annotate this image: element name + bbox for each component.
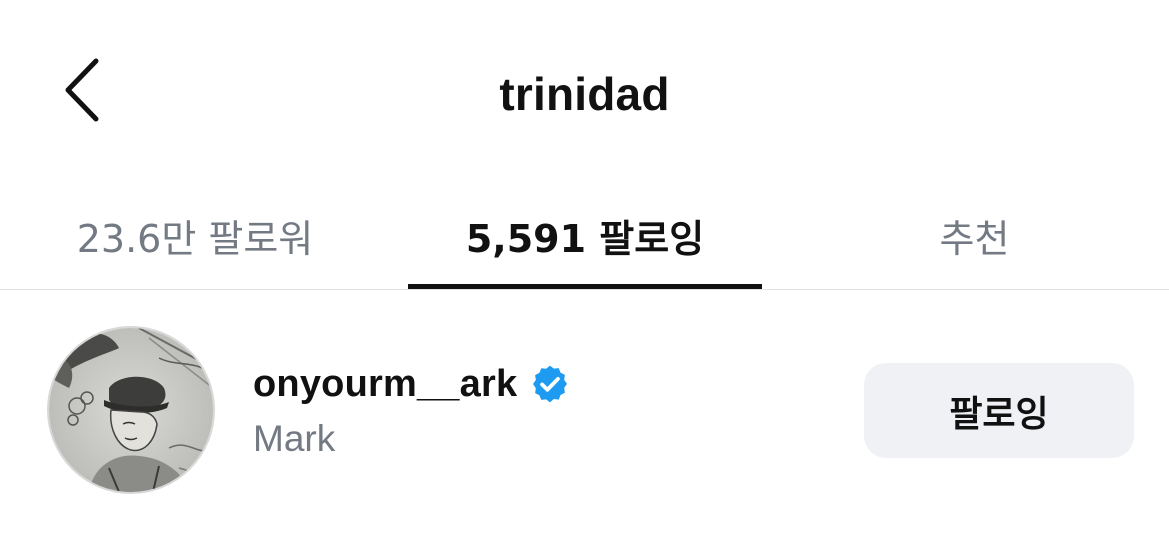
tab-bar: 23.6만 팔로워 5,591 팔로잉 추천: [0, 180, 1169, 290]
top-bar: trinidad: [0, 0, 1169, 180]
sketch-portrait-avatar: [49, 328, 213, 492]
tab-following[interactable]: 5,591 팔로잉: [390, 180, 780, 290]
following-button[interactable]: 팔로잉: [864, 363, 1134, 458]
tab-recommended[interactable]: 추천: [780, 180, 1169, 290]
username: onyourm__ark: [253, 362, 518, 405]
page-title: trinidad: [499, 68, 670, 120]
avatar[interactable]: [47, 326, 215, 494]
verified-badge-icon: [529, 363, 571, 405]
username-row[interactable]: onyourm__ark: [253, 359, 571, 409]
list-item: onyourm__ark Mark 팔로잉: [0, 291, 1169, 541]
active-tab-indicator: [408, 284, 762, 289]
tab-followers[interactable]: 23.6만 팔로워: [0, 180, 390, 290]
display-name: Mark: [253, 418, 336, 459]
